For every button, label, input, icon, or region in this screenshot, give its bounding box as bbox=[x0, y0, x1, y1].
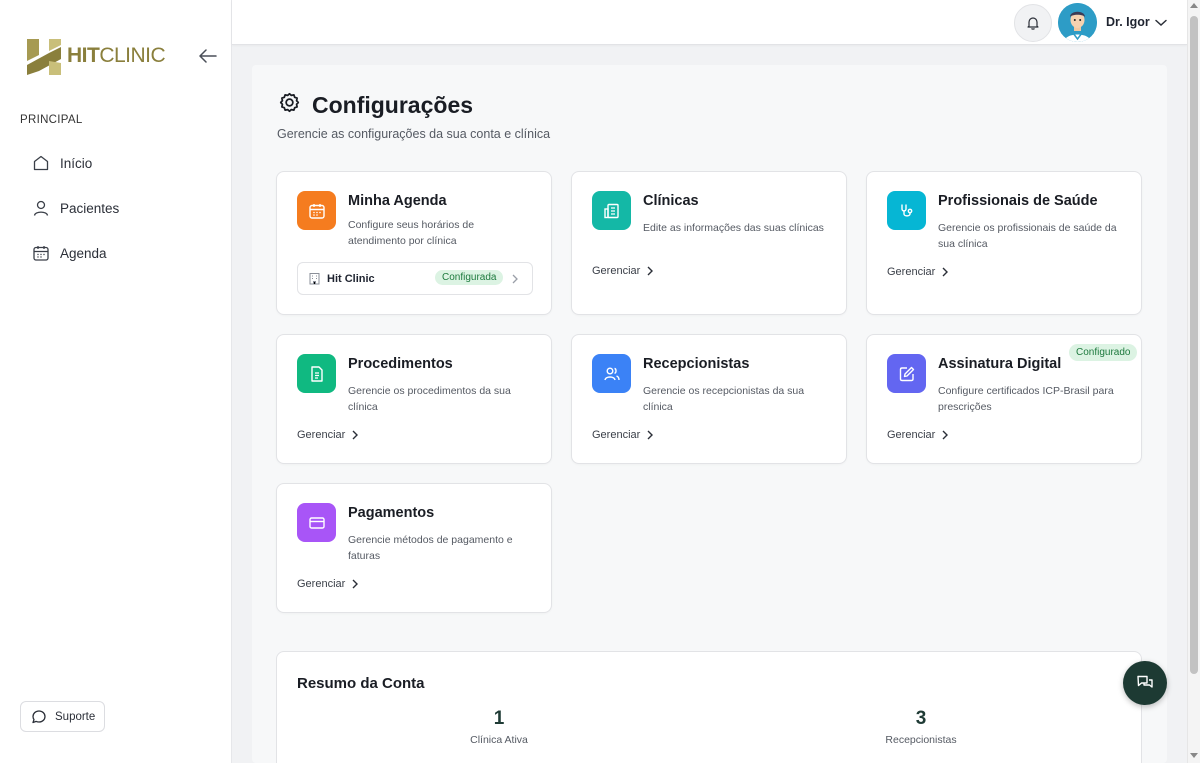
clinic-row[interactable]: Hit Clinic Configurada bbox=[297, 262, 533, 295]
manage-link[interactable]: Gerenciar bbox=[297, 429, 359, 441]
card-description: Configure seus horários de atendimento p… bbox=[348, 219, 475, 247]
manage-link[interactable]: Gerenciar bbox=[297, 578, 359, 590]
calendar-icon bbox=[31, 243, 51, 263]
support-button[interactable]: Suporte bbox=[20, 701, 105, 732]
sidebar-nav: Início Pacientes Agenda bbox=[20, 143, 215, 278]
building-icon bbox=[308, 272, 321, 285]
manage-link[interactable]: Gerenciar bbox=[887, 429, 949, 441]
support-label: Suporte bbox=[55, 710, 96, 723]
page-heading: Configurações bbox=[277, 90, 473, 120]
sidebar-item-pacientes[interactable]: Pacientes bbox=[20, 188, 215, 228]
card-description: Gerencie os profissionais de saúde da su… bbox=[938, 222, 1117, 250]
sidebar-item-inicio[interactable]: Início bbox=[20, 143, 215, 183]
card-title: Procedimentos bbox=[348, 356, 453, 372]
card-title: Minha Agenda bbox=[348, 193, 447, 209]
manage-link[interactable]: Gerenciar bbox=[592, 265, 654, 277]
page-title: Configurações bbox=[312, 91, 474, 118]
home-icon bbox=[31, 153, 51, 173]
gear-icon bbox=[277, 90, 302, 120]
sidebar-item-label: Pacientes bbox=[60, 200, 120, 216]
users-icon bbox=[592, 354, 631, 393]
chevron-right-icon bbox=[941, 429, 949, 441]
sidebar-item-label: Agenda bbox=[60, 245, 107, 261]
top-header: Dr. Igor bbox=[232, 0, 1187, 45]
card-clinicas[interactable]: Clínicas Edite as informações das suas c… bbox=[571, 171, 847, 315]
scroll-up-icon[interactable] bbox=[1190, 3, 1198, 8]
user-icon bbox=[31, 198, 51, 218]
chat-bubble-icon bbox=[31, 709, 47, 725]
calendar-icon bbox=[297, 191, 336, 230]
nav-section-label: PRINCIPAL bbox=[20, 114, 83, 126]
sidebar-item-label: Início bbox=[60, 155, 93, 171]
chevron-right-icon bbox=[941, 266, 949, 278]
brand-logo[interactable]: HITCLINIC bbox=[25, 35, 166, 77]
manage-link[interactable]: Gerenciar bbox=[592, 429, 654, 441]
manage-link[interactable]: Gerenciar bbox=[887, 266, 949, 278]
stat-value: 3 bbox=[915, 708, 927, 729]
card-title: Assinatura Digital bbox=[938, 356, 1062, 372]
sidebar: HITCLINIC PRINCIPAL Início Pacientes Age… bbox=[0, 0, 232, 763]
arrow-left-icon bbox=[199, 49, 217, 63]
card-description: Edite as informações das suas clínicas bbox=[643, 222, 824, 234]
notifications-button[interactable] bbox=[1014, 4, 1052, 42]
building-icon bbox=[592, 191, 631, 230]
chat-fab-button[interactable] bbox=[1123, 661, 1167, 705]
card-profissionais-de-saude[interactable]: Profissionais de Saúde Gerencie os profi… bbox=[866, 171, 1142, 315]
scroll-thumb[interactable] bbox=[1190, 16, 1198, 674]
page-scrollbar[interactable] bbox=[1187, 0, 1200, 763]
card-pagamentos[interactable]: Pagamentos Gerencie métodos de pagamento… bbox=[276, 483, 552, 613]
stat-clinicas: 1 Clínica Ativa bbox=[399, 708, 599, 746]
status-badge: Configurada bbox=[435, 270, 504, 285]
card-description: Gerencie métodos de pagamento e faturas bbox=[348, 534, 513, 562]
user-name[interactable]: Dr. Igor bbox=[1106, 15, 1150, 29]
logo-mark-icon bbox=[25, 35, 63, 77]
account-summary: Resumo da Conta 1 Clínica Ativa 3 Recepc… bbox=[276, 651, 1142, 763]
clinic-name: Hit Clinic bbox=[327, 272, 375, 285]
credit-card-icon bbox=[297, 503, 336, 542]
user-avatar[interactable] bbox=[1058, 3, 1097, 42]
card-title: Pagamentos bbox=[348, 505, 435, 521]
card-title: Recepcionistas bbox=[643, 356, 750, 372]
stat-label: Clínica Ativa bbox=[470, 734, 528, 746]
signature-icon bbox=[887, 354, 926, 393]
card-description: Gerencie os recepcionistas da sua clínic… bbox=[643, 385, 805, 413]
chevron-right-icon bbox=[646, 429, 654, 441]
card-title: Clínicas bbox=[643, 193, 699, 209]
status-badge: Configurado bbox=[1069, 344, 1138, 361]
stat-label: Recepcionistas bbox=[885, 734, 957, 746]
sidebar-item-agenda[interactable]: Agenda bbox=[20, 233, 215, 273]
stethoscope-icon bbox=[887, 191, 926, 230]
chat-icon bbox=[1137, 675, 1153, 688]
chevron-right-icon bbox=[351, 429, 359, 441]
card-title: Profissionais de Saúde bbox=[938, 193, 1098, 209]
card-assinatura-digital[interactable]: Configurado Assinatura Digital Configure… bbox=[866, 334, 1142, 464]
card-description: Configure certificados ICP-Brasil para p… bbox=[938, 385, 1114, 413]
page-subtitle: Gerencie as configurações da sua conta e… bbox=[277, 127, 551, 141]
summary-title: Resumo da Conta bbox=[297, 675, 425, 692]
card-recepcionistas[interactable]: Recepcionistas Gerencie os recepcionista… bbox=[571, 334, 847, 464]
chevron-right-icon bbox=[646, 265, 654, 277]
card-procedimentos[interactable]: Procedimentos Gerencie os procedimentos … bbox=[276, 334, 552, 464]
stat-recepcionistas: 3 Recepcionistas bbox=[821, 708, 1021, 746]
stat-value: 1 bbox=[493, 708, 505, 729]
card-minha-agenda: Minha Agenda Configure seus horários de … bbox=[276, 171, 552, 315]
collapse-sidebar-button[interactable] bbox=[197, 46, 219, 66]
bell-icon bbox=[1027, 17, 1039, 30]
document-icon bbox=[297, 354, 336, 393]
card-description: Gerencie os procedimentos da sua clínica bbox=[348, 385, 511, 413]
chevron-down-icon[interactable] bbox=[1154, 15, 1168, 33]
chevron-right-icon bbox=[351, 578, 359, 590]
logo-text: HITCLINIC bbox=[67, 44, 166, 67]
scroll-down-icon[interactable] bbox=[1190, 753, 1198, 758]
chevron-right-icon bbox=[511, 273, 519, 285]
